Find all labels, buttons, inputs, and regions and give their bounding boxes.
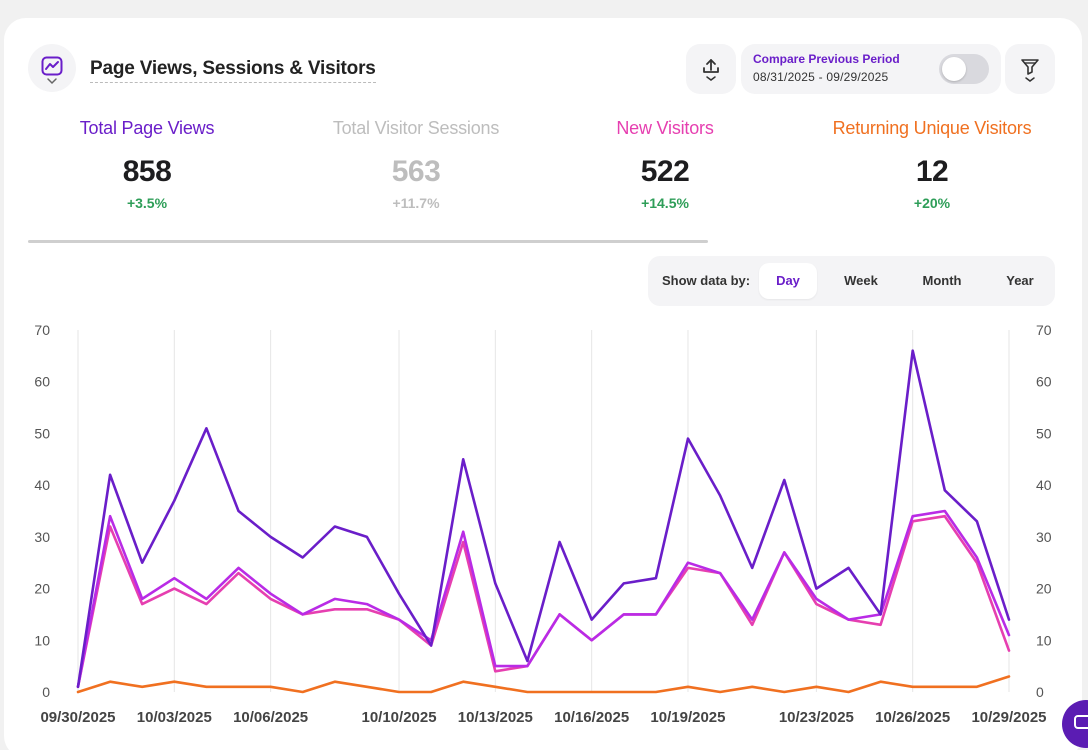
x-tick-label: 10/10/2025 xyxy=(361,709,436,726)
chevron-down-icon xyxy=(47,78,57,85)
line-chart: 0 0 10 10 20 20 30 30 40 40 50 50 60 60 70 70 09/30/2025… xyxy=(34,322,1052,726)
y-tick-label-right: 20 xyxy=(1036,581,1052,597)
y-tick-label-left: 40 xyxy=(34,477,50,493)
toggle-knob xyxy=(942,57,966,81)
x-tick-label: 10/29/2025 xyxy=(971,709,1046,726)
metric-change: +3.5% xyxy=(126,195,168,211)
y-tick-label-right: 60 xyxy=(1036,374,1052,390)
y-tick-label-left: 50 xyxy=(34,425,50,441)
y-tick-label-right: 70 xyxy=(1036,322,1052,338)
chart-icon xyxy=(41,56,63,76)
metric-change: +20% xyxy=(913,195,951,211)
x-tick-label: 10/16/2025 xyxy=(554,709,629,726)
chart-type-selector[interactable] xyxy=(28,44,76,92)
y-tick-label-left: 20 xyxy=(34,581,50,597)
metric-total-visitor-sessions[interactable]: Total Visitor Sessions 563 +11.7% xyxy=(291,118,541,211)
metric-value: 522 xyxy=(640,155,690,188)
card-title[interactable]: Page Views, Sessions & Visitors xyxy=(90,58,376,83)
show-data-label: Show data by: xyxy=(662,273,751,288)
x-tick-label: 10/13/2025 xyxy=(458,709,533,726)
y-tick-label-left: 0 xyxy=(42,684,50,700)
filter-icon xyxy=(1021,59,1039,82)
period-week-button[interactable]: Week xyxy=(832,263,890,299)
x-tick-label: 10/03/2025 xyxy=(137,709,212,726)
x-tick-label: 10/19/2025 xyxy=(650,709,725,726)
metric-label: Total Page Views xyxy=(79,118,215,138)
filter-button[interactable] xyxy=(1005,44,1055,94)
compare-label: Compare Previous Period xyxy=(753,52,900,66)
y-tick-label-right: 0 xyxy=(1036,684,1044,700)
compare-toggle[interactable] xyxy=(939,54,989,84)
metric-new-visitors[interactable]: New Visitors 522 +14.5% xyxy=(540,118,790,211)
x-tick-label: 10/23/2025 xyxy=(779,709,854,726)
metrics-divider xyxy=(28,240,708,243)
compare-date-range: 08/31/2025 - 09/29/2025 xyxy=(753,70,889,84)
y-tick-label-right: 50 xyxy=(1036,425,1052,441)
y-tick-label-left: 60 xyxy=(34,374,50,390)
metric-value: 563 xyxy=(391,155,441,188)
y-tick-label-left: 70 xyxy=(34,322,50,338)
metric-label: Returning Unique Visitors xyxy=(832,118,1032,138)
metric-change: +11.7% xyxy=(392,195,440,211)
x-tick-label: 10/26/2025 xyxy=(875,709,950,726)
chat-icon xyxy=(1074,715,1088,729)
series-line-returning-unique-visitors xyxy=(76,675,1011,694)
period-month-button[interactable]: Month xyxy=(913,263,971,299)
x-tick-label: 09/30/2025 xyxy=(40,709,115,726)
metric-label: New Visitors xyxy=(616,118,714,138)
metric-total-page-views[interactable]: Total Page Views 858 +3.5% xyxy=(22,118,272,211)
period-day-button[interactable]: Day xyxy=(759,263,817,299)
series-line-total-page-views xyxy=(76,349,1011,689)
show-data-by: Show data by: Day Week Month Year xyxy=(648,256,1055,306)
x-tick-label: 10/06/2025 xyxy=(233,709,308,726)
y-tick-label-right: 30 xyxy=(1036,529,1052,545)
y-tick-label-right: 10 xyxy=(1036,632,1052,648)
period-year-button[interactable]: Year xyxy=(991,263,1049,299)
y-tick-label-right: 40 xyxy=(1036,477,1052,493)
metric-value: 12 xyxy=(915,155,949,188)
compare-previous-period: Compare Previous Period 08/31/2025 - 09/… xyxy=(741,44,1001,94)
y-tick-label-left: 30 xyxy=(34,529,50,545)
metric-value: 858 xyxy=(122,155,172,188)
export-button[interactable] xyxy=(686,44,736,94)
upload-icon xyxy=(703,59,719,81)
y-tick-label-left: 10 xyxy=(34,632,50,648)
metric-label: Total Visitor Sessions xyxy=(332,118,500,138)
metric-returning-unique-visitors[interactable]: Returning Unique Visitors 12 +20% xyxy=(807,118,1057,211)
metric-change: +14.5% xyxy=(641,195,689,211)
